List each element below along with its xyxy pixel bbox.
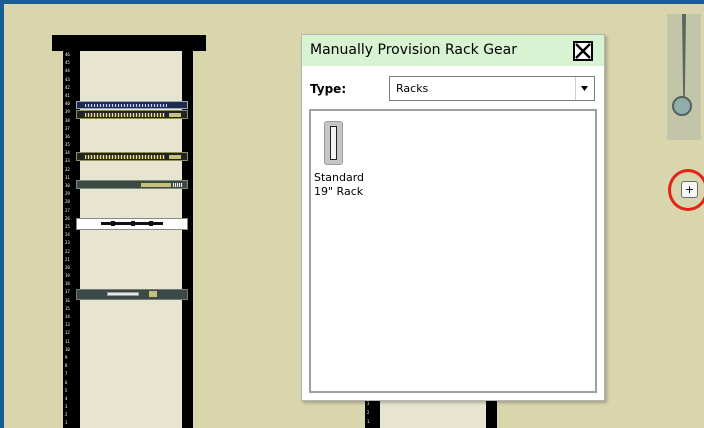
rack-unit-number: 27 <box>65 207 70 213</box>
rack-unit-number: 7 <box>65 371 68 377</box>
rack2-unit-numbers: 3 2 1 <box>365 400 379 427</box>
rack-unit-number: 5 <box>65 387 68 393</box>
rack-top-bar <box>52 35 206 51</box>
workspace-canvas: 46 45 44 43 42 41 40 39 38 37 36 35 34 33 32 31 30 29 28 27… <box>0 0 704 428</box>
rack-unit-number: 9 <box>65 354 68 360</box>
rack-device-switch[interactable] <box>76 110 188 119</box>
highlight-annotation <box>668 169 704 211</box>
rack-device-router[interactable] <box>76 180 188 189</box>
rack-unit-number: 43 <box>65 76 70 82</box>
rack-unit-number: 46 <box>65 52 70 57</box>
rack-unit-number: 45 <box>65 60 70 66</box>
type-dropdown[interactable]: Racks <box>389 76 595 101</box>
rack-unit-number: 3 <box>65 404 68 410</box>
rack-unit-number: 10 <box>65 346 70 352</box>
rack2-left-rail: 3 2 1 <box>365 397 380 428</box>
rack-unit-number: 29 <box>65 191 70 197</box>
rack-unit-number: 8 <box>65 363 68 369</box>
type-label: Type: <box>310 82 347 96</box>
rack-unit-number: 23 <box>65 240 70 246</box>
rack-unit-number: 22 <box>65 248 70 254</box>
rack-unit-number: 2 <box>367 410 370 415</box>
rack-unit-number: 4 <box>65 395 68 401</box>
triangle-down-icon[interactable] <box>575 77 594 100</box>
rack-unit-number: 12 <box>65 330 70 336</box>
rack-unit-number: 6 <box>65 379 68 385</box>
rack-unit-number: 37 <box>65 125 70 131</box>
rack-unit-number: 42 <box>65 84 70 90</box>
rack-unit-numbers: 46 45 44 43 42 41 40 39 38 37 36 35 34 33 32 31 30 29 28 27… <box>63 51 77 428</box>
rack-unit-number: 21 <box>65 256 70 262</box>
rack-device-patch-panel[interactable] <box>76 101 188 109</box>
zoom-slider-knob[interactable] <box>672 96 692 116</box>
rack-unit-number: 1 <box>367 419 370 424</box>
type-dropdown-value: Racks <box>396 82 429 95</box>
rack-unit-number: 41 <box>65 92 70 98</box>
dialog-title: Manually Provision Rack Gear <box>310 42 518 58</box>
rack-unit-number: 28 <box>65 199 70 205</box>
rack-unit-number: 18 <box>65 281 70 287</box>
rack-unit-number: 11 <box>65 338 70 344</box>
rack-unit-number: 14 <box>65 314 70 319</box>
gear-item-label: Standard 19" Rack <box>314 171 365 198</box>
dialog-header: Manually Provision Rack Gear <box>302 35 604 66</box>
close-box-icon[interactable] <box>573 41 593 61</box>
rack-unit-number: 24 <box>65 232 70 238</box>
rack-unit-number: 36 <box>65 133 70 139</box>
rack2-interior[interactable] <box>380 397 486 428</box>
rack-unit-number: 1 <box>65 420 68 426</box>
rack-unit-number: 15 <box>65 305 70 311</box>
rack-unit-number: 19 <box>65 273 70 279</box>
rack-device-server[interactable] <box>76 218 188 230</box>
rack-unit-number: 3 <box>367 401 370 406</box>
rack-unit-number: 35 <box>65 142 70 148</box>
provision-rack-gear-dialog: Manually Provision Rack Gear Type: Racks… <box>301 34 605 401</box>
rack-unit-number: 44 <box>65 68 70 74</box>
rack-unit-number: 32 <box>65 166 70 172</box>
rack2-right-rail <box>486 397 497 428</box>
rack-icon <box>324 121 343 165</box>
gear-list: Standard 19" Rack <box>309 109 597 393</box>
rack-unit-number: 2 <box>65 412 68 418</box>
rack-device-appliance[interactable] <box>76 289 188 300</box>
rack-device-switch[interactable] <box>76 152 188 161</box>
rack-unit-number: 13 <box>65 322 70 328</box>
rack-unit-number: 20 <box>65 264 70 270</box>
